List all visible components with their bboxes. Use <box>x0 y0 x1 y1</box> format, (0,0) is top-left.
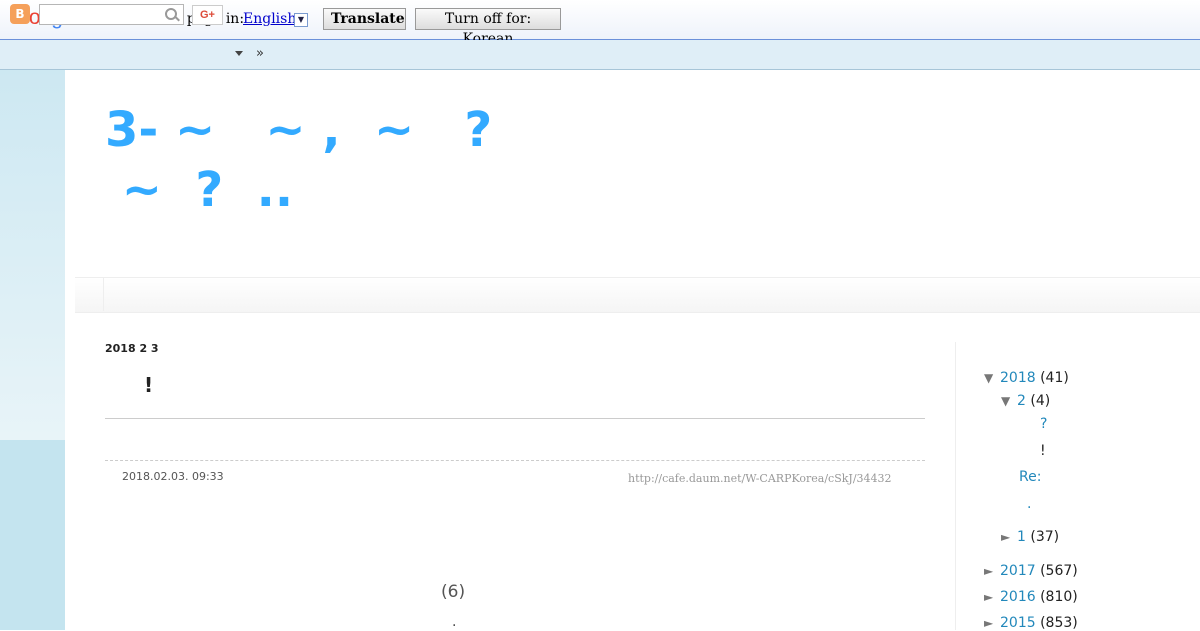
collapse-icon[interactable]: ▼ <box>1001 394 1017 408</box>
archive-year-2017[interactable]: ► 2017 (567) <box>984 563 1078 579</box>
archive-count: (810) <box>1040 589 1078 605</box>
caret-down-icon[interactable] <box>235 51 243 56</box>
archive-month-link[interactable]: 2 <box>1017 393 1026 409</box>
blog-title-line-1[interactable]: 3- ~ ~ , ~ ? <box>105 102 492 158</box>
sidebar-divider <box>955 342 956 630</box>
expand-icon[interactable]: ► <box>1001 530 1017 544</box>
archive-count: (37) <box>1030 529 1060 545</box>
turn-off-translation-button[interactable]: Turn off for: Korean <box>415 8 561 47</box>
archive-month-link[interactable]: 1 <box>1017 529 1026 545</box>
search-icon[interactable] <box>165 8 177 20</box>
archive-year-link[interactable]: 2018 <box>1000 370 1036 386</box>
blogger-navbar <box>0 40 1200 70</box>
blogger-icon[interactable]: B <box>10 4 30 24</box>
archive-year-2018[interactable]: ▼ 2018 (41) <box>984 370 1069 386</box>
google-plus-button[interactable]: G+ <box>192 5 223 25</box>
archive-year-2016[interactable]: ► 2016 (810) <box>984 589 1078 605</box>
expand-icon[interactable]: ► <box>984 590 1000 604</box>
archive-post-link[interactable]: Re: <box>1019 469 1041 485</box>
post-title[interactable]: ! <box>144 373 153 397</box>
blog-title-line-2[interactable]: ~ ? .. <box>105 162 293 218</box>
archive-month-2[interactable]: ▼ 2 (4) <box>1001 393 1050 409</box>
post-trailing-text: . <box>452 614 457 630</box>
post-date-header: 2018 2 3 <box>105 342 159 355</box>
language-dropdown-icon[interactable]: ▼ <box>294 13 308 27</box>
expand-icon[interactable]: ► <box>984 616 1000 630</box>
archive-year-link[interactable]: 2016 <box>1000 589 1036 605</box>
archive-count: (4) <box>1030 393 1051 409</box>
archive-count: (567) <box>1040 563 1078 579</box>
language-select[interactable]: English <box>243 11 296 27</box>
post-dashed-divider <box>105 460 925 461</box>
archive-count: (853) <box>1040 615 1078 631</box>
search-input[interactable] <box>39 4 184 25</box>
more-links-button[interactable]: » <box>256 46 264 61</box>
post-timestamp: 2018.02.03. 09:33 <box>122 470 224 483</box>
comments-count[interactable]: (6) <box>441 582 465 602</box>
tabs-bar <box>75 277 1200 313</box>
archive-post-link[interactable]: . <box>1027 496 1031 512</box>
archive-count: (41) <box>1040 370 1069 386</box>
archive-post-link[interactable]: ! <box>1040 443 1046 459</box>
source-link[interactable]: http://cafe.daum.net/W-CARPKorea/cSkJ/34… <box>628 472 892 485</box>
post-divider <box>105 418 925 419</box>
collapse-icon[interactable]: ▼ <box>984 371 1000 385</box>
archive-year-link[interactable]: 2017 <box>1000 563 1036 579</box>
translate-button[interactable]: Translate <box>323 8 406 30</box>
archive-year-2015[interactable]: ► 2015 (853) <box>984 615 1078 631</box>
blog-title[interactable]: 3- ~ ~ , ~ ? ~ ? .. <box>105 100 585 220</box>
tabs-divider <box>103 278 104 311</box>
archive-month-1[interactable]: ► 1 (37) <box>1001 529 1059 545</box>
archive-year-link[interactable]: 2015 <box>1000 615 1036 631</box>
archive-post-link[interactable]: ? <box>1040 416 1047 432</box>
expand-icon[interactable]: ► <box>984 564 1000 578</box>
left-decoration-gradient <box>0 70 65 440</box>
